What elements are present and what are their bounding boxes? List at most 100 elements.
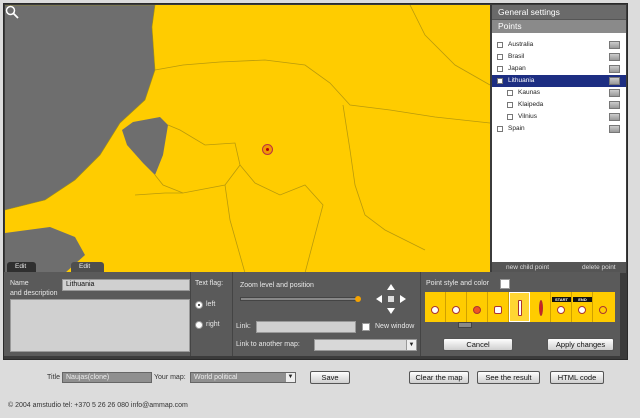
tree-item-label: Spain — [508, 125, 525, 132]
style-option[interactable] — [425, 292, 446, 322]
end-text: END — [573, 297, 592, 302]
point-style-picker: START END — [425, 292, 615, 322]
tree-item-brasil[interactable]: Brasil — [492, 51, 626, 63]
points-header[interactable]: Points — [492, 20, 626, 33]
tree-item-lithuania[interactable]: Lithuania — [492, 75, 626, 87]
apply-changes-button[interactable]: Apply changes — [547, 338, 614, 351]
link-field[interactable] — [256, 321, 356, 333]
point-style-icon — [494, 306, 502, 314]
expand-box-icon[interactable] — [507, 114, 513, 120]
pin-icon — [518, 300, 522, 316]
description-label: and description — [10, 290, 58, 297]
link-map-label: Link to another map: — [236, 341, 300, 348]
divider — [232, 272, 233, 356]
your-map-value: World political — [194, 374, 238, 381]
style-option[interactable] — [488, 292, 509, 322]
tree-item-label: Klaipeda — [518, 101, 544, 108]
new-window-label: New window — [375, 323, 415, 330]
zoom-slider[interactable] — [240, 297, 358, 301]
left-label: left — [206, 301, 216, 308]
style-option-start[interactable]: START — [551, 292, 572, 322]
pan-arrows-icon[interactable] — [375, 283, 407, 315]
tree-item-label: Australia — [508, 41, 534, 48]
points-tree: Australia Brasil Japan Lithuania Kaunas … — [492, 39, 626, 135]
scroll-handle[interactable] — [458, 322, 472, 328]
points-sidebar: General settings Points Australia Brasil… — [492, 5, 626, 273]
general-settings-header[interactable]: General settings — [492, 5, 626, 20]
title-label: Title — [47, 374, 60, 381]
name-label: Name — [10, 280, 29, 287]
expand-box-icon[interactable] — [507, 102, 513, 108]
image-icon — [609, 53, 620, 61]
tree-item-label: Kaunas — [518, 89, 541, 96]
cancel-button[interactable]: Cancel — [443, 338, 513, 351]
new-window-checkbox[interactable] — [362, 323, 370, 331]
chevron-down-icon: ▼ — [286, 373, 295, 382]
start-text: START — [552, 297, 571, 302]
right-label: right — [206, 321, 220, 328]
expand-box-icon[interactable] — [497, 66, 503, 72]
style-option[interactable] — [446, 292, 467, 322]
tree-item-vilnius[interactable]: Vilnius — [492, 111, 626, 123]
style-option[interactable] — [530, 292, 551, 322]
your-map-label: Your map: — [154, 374, 186, 381]
name-field[interactable]: Lithuania — [62, 279, 190, 291]
zoom-label: Zoom level and position — [240, 282, 314, 289]
point-style-icon — [452, 306, 460, 314]
copyright-text: © 2004 amstudio tel: +370 5 26 26 080 in… — [8, 402, 188, 409]
expand-box-icon[interactable] — [497, 126, 503, 132]
map-shapes — [5, 5, 490, 273]
image-icon — [609, 113, 620, 121]
map-canvas[interactable] — [5, 5, 490, 273]
tree-item-kaunas[interactable]: Kaunas — [492, 87, 626, 99]
color-swatch[interactable] — [500, 279, 510, 289]
style-option-end[interactable]: END — [572, 292, 593, 322]
point-style-icon — [578, 306, 586, 314]
html-code-button[interactable]: HTML code — [550, 371, 604, 384]
tree-item-label: Brasil — [508, 53, 525, 60]
chevron-down-icon: ▼ — [406, 340, 416, 350]
image-icon — [609, 41, 620, 49]
magnifier-icon[interactable] — [5, 5, 19, 19]
clear-map-button[interactable]: Clear the map — [409, 371, 469, 384]
pin-icon — [539, 300, 543, 316]
image-icon — [609, 89, 620, 97]
your-map-select[interactable]: World political ▼ — [190, 372, 296, 383]
title-field[interactable]: Naujas(clone) — [62, 372, 152, 383]
tree-item-klaipeda[interactable]: Klaipeda — [492, 99, 626, 111]
point-style-label: Point style and color — [426, 280, 490, 287]
point-style-icon — [557, 306, 565, 314]
style-option-selected[interactable] — [509, 292, 530, 322]
link-label: Link: — [236, 323, 251, 330]
tree-item-spain[interactable]: Spain — [492, 123, 626, 135]
point-marker[interactable] — [262, 144, 273, 155]
image-icon — [609, 125, 620, 133]
tree-item-australia[interactable]: Australia — [492, 39, 626, 51]
zoom-slider-knob[interactable] — [355, 296, 361, 302]
description-field[interactable] — [10, 299, 190, 352]
flag-left-radio[interactable] — [195, 301, 203, 309]
tree-item-label: Vilnius — [518, 113, 538, 120]
save-button[interactable]: Save — [310, 371, 350, 384]
link-map-select[interactable]: ▼ — [314, 339, 417, 351]
point-style-icon — [473, 306, 481, 314]
expand-box-icon[interactable] — [497, 42, 503, 48]
text-flag-label: Text flag: — [195, 280, 224, 287]
flag-right-radio[interactable] — [195, 321, 203, 329]
point-style-icon — [431, 306, 439, 314]
divider — [420, 272, 421, 356]
image-icon — [609, 101, 620, 109]
tab-edit-lines[interactable]: Edit lines — [7, 262, 37, 280]
style-option[interactable] — [593, 292, 614, 322]
style-option[interactable] — [467, 292, 488, 322]
divider — [190, 272, 191, 356]
tree-item-japan[interactable]: Japan — [492, 63, 626, 75]
expand-box-icon[interactable] — [497, 54, 503, 60]
expand-box-icon[interactable] — [497, 78, 503, 84]
see-result-button[interactable]: See the result — [477, 371, 540, 384]
tab-edit-points[interactable]: Edit points — [71, 262, 105, 280]
tree-item-label: Japan — [508, 65, 526, 72]
expand-box-icon[interactable] — [507, 90, 513, 96]
point-style-icon — [599, 306, 607, 314]
tree-item-label: Lithuania — [508, 77, 535, 84]
